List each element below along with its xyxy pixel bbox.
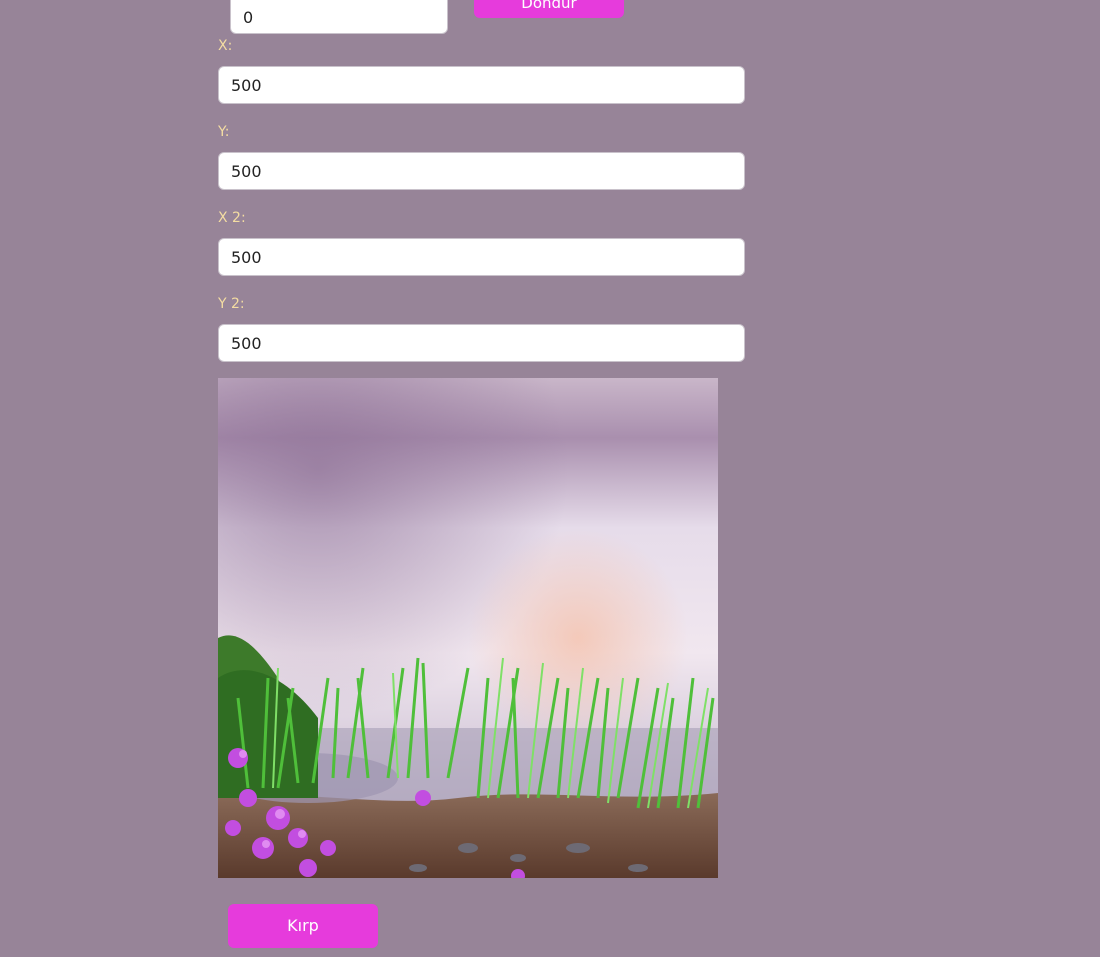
y2-input[interactable]	[218, 324, 745, 362]
crop-button[interactable]: Kırp	[228, 904, 378, 948]
x2-input[interactable]	[218, 238, 745, 276]
y-label: Y:	[218, 124, 230, 140]
x-label: X:	[218, 38, 233, 54]
angle-input[interactable]	[230, 0, 448, 34]
x-input[interactable]	[218, 66, 745, 104]
x2-label: X 2:	[218, 210, 246, 226]
rotate-button[interactable]: Döndür	[474, 0, 624, 18]
y-input[interactable]	[218, 152, 745, 190]
y2-label: Y 2:	[218, 296, 245, 312]
preview-image	[218, 378, 718, 878]
